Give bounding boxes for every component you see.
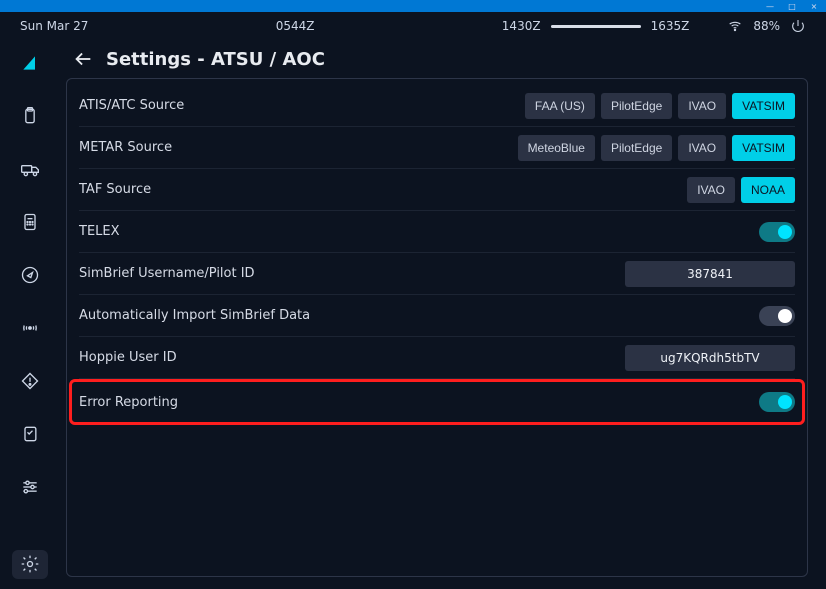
- error-reporting-toggle[interactable]: [759, 392, 795, 412]
- logo-icon: [12, 48, 48, 77]
- time-slider[interactable]: [551, 25, 641, 28]
- metar-option-meteoblue[interactable]: MeteoBlue: [518, 135, 595, 161]
- atis-option-vatsim[interactable]: VATSIM: [732, 93, 795, 119]
- telex-toggle[interactable]: [759, 222, 795, 242]
- status-date: Sun Mar 27: [20, 19, 88, 33]
- page-title: Settings - ATSU / AOC: [106, 49, 325, 70]
- wifi-icon: [727, 18, 743, 34]
- sliders-icon[interactable]: [12, 473, 48, 502]
- sidebar: [0, 40, 60, 589]
- clipboard-icon[interactable]: [12, 101, 48, 130]
- row-atis-source: ATIS/ATC Source FAA (US) PilotEdge IVAO …: [79, 85, 795, 127]
- taf-option-noaa[interactable]: NOAA: [741, 177, 795, 203]
- atis-option-pilotedge[interactable]: PilotEdge: [601, 93, 672, 119]
- row-hoppie-id: Hoppie User ID ug7KQRdh5tbTV: [79, 337, 795, 379]
- hoppie-id-value[interactable]: ug7KQRdh5tbTV: [625, 345, 795, 371]
- status-bar: Sun Mar 27 0544Z 1430Z 1635Z 88%: [0, 12, 826, 40]
- row-metar-source: METAR Source MeteoBlue PilotEdge IVAO VA…: [79, 127, 795, 169]
- back-button[interactable]: [72, 48, 94, 70]
- auto-import-label: Automatically Import SimBrief Data: [79, 308, 310, 323]
- row-auto-import: Automatically Import SimBrief Data: [79, 295, 795, 337]
- power-icon[interactable]: [790, 18, 806, 34]
- auto-import-toggle[interactable]: [759, 306, 795, 326]
- calculator-icon[interactable]: [12, 207, 48, 236]
- taf-source-label: TAF Source: [79, 182, 151, 197]
- error-reporting-label: Error Reporting: [79, 395, 178, 410]
- radio-icon[interactable]: [12, 313, 48, 342]
- atis-option-ivao[interactable]: IVAO: [678, 93, 726, 119]
- battery-percent: 88%: [753, 19, 780, 33]
- row-simbrief-id: SimBrief Username/Pilot ID 387841: [79, 253, 795, 295]
- window-maximize-button[interactable]: □: [786, 1, 798, 11]
- status-time-2: 1430Z: [502, 19, 541, 33]
- simbrief-id-value[interactable]: 387841: [625, 261, 795, 287]
- hoppie-id-label: Hoppie User ID: [79, 350, 177, 365]
- simbrief-id-label: SimBrief Username/Pilot ID: [79, 266, 255, 281]
- checklist-icon[interactable]: [12, 420, 48, 449]
- taf-option-ivao[interactable]: IVAO: [687, 177, 735, 203]
- status-time-1: 0544Z: [276, 19, 315, 33]
- telex-label: TELEX: [79, 224, 120, 239]
- metar-option-vatsim[interactable]: VATSIM: [732, 135, 795, 161]
- compass-icon[interactable]: [12, 260, 48, 289]
- warning-icon[interactable]: [12, 367, 48, 396]
- status-time-3: 1635Z: [651, 19, 690, 33]
- truck-icon[interactable]: [12, 154, 48, 183]
- window-close-button[interactable]: ×: [808, 1, 820, 11]
- row-error-reporting: Error Reporting: [71, 381, 803, 423]
- row-telex: TELEX: [79, 211, 795, 253]
- atis-option-faa[interactable]: FAA (US): [525, 93, 595, 119]
- settings-gear-icon[interactable]: [12, 550, 48, 579]
- row-taf-source: TAF Source IVAO NOAA: [79, 169, 795, 211]
- metar-source-label: METAR Source: [79, 140, 172, 155]
- atis-source-label: ATIS/ATC Source: [79, 98, 184, 113]
- metar-option-pilotedge[interactable]: PilotEdge: [601, 135, 672, 161]
- settings-panel: ATIS/ATC Source FAA (US) PilotEdge IVAO …: [66, 78, 808, 577]
- window-titlebar: — □ ×: [0, 0, 826, 12]
- window-minimize-button[interactable]: —: [764, 1, 776, 11]
- metar-option-ivao[interactable]: IVAO: [678, 135, 726, 161]
